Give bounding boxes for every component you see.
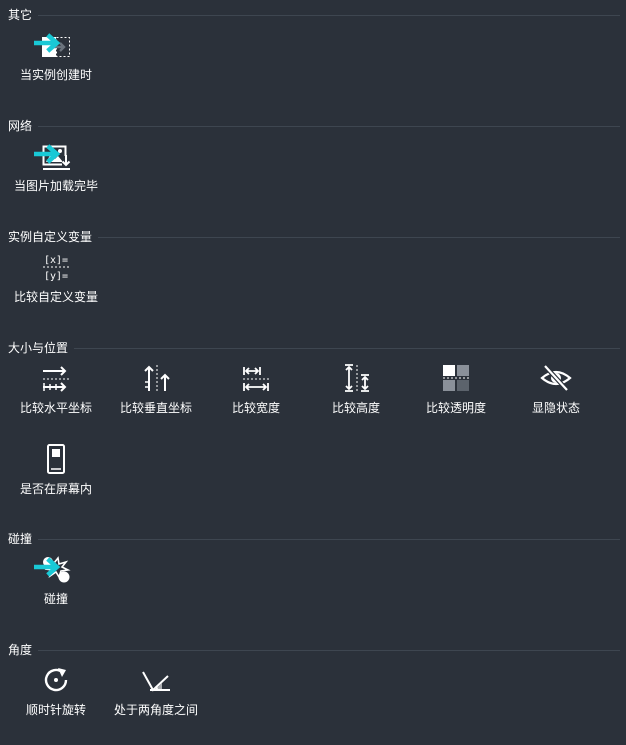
angle-between-icon	[140, 664, 172, 696]
section-title: 网络	[8, 118, 39, 134]
condition-compare-variable[interactable]: [x]= [y]= 比较自定义变量	[6, 251, 106, 323]
condition-compare-x[interactable]: 比较水平坐标	[6, 362, 106, 434]
section-divider	[8, 237, 620, 238]
section-divider	[8, 650, 620, 651]
svg-text:[y]=: [y]=	[44, 271, 68, 282]
on-screen-icon	[40, 443, 72, 475]
collision-icon	[34, 553, 72, 585]
compare-height-icon	[340, 362, 372, 394]
svg-text:[x]=: [x]=	[44, 255, 68, 266]
trigger-arrow-icon	[34, 557, 61, 577]
item-label: 比较垂直坐标	[119, 401, 192, 415]
item-label: 比较透明度	[425, 401, 486, 415]
section-title: 实例自定义变量	[8, 229, 99, 245]
event-on-instance-created[interactable]: 当实例创建时	[6, 29, 106, 101]
condition-compare-height[interactable]: 比较高度	[306, 362, 406, 434]
condition-on-screen[interactable]: 是否在屏幕内	[6, 443, 106, 515]
section-size-position: 大小与位置 比较水平坐标 比较垂直坐标 比较宽度 比较高度 比较透明度 显隐状态…	[0, 340, 626, 496]
item-label: 比较高度	[331, 401, 380, 415]
compare-y-icon	[140, 362, 172, 394]
section-network: 网络 当图片加载完毕	[0, 118, 626, 193]
section-divider	[8, 539, 620, 540]
event-on-image-loaded[interactable]: 当图片加载完毕	[6, 140, 106, 212]
section-divider	[8, 348, 620, 349]
section-angle: 角度 顺时针旋转 处于两角度之间	[0, 642, 626, 717]
item-label: 比较自定义变量	[13, 290, 98, 304]
section-collision: 碰撞 碰撞	[0, 531, 626, 606]
condition-angle-between[interactable]: 处于两角度之间	[106, 664, 206, 736]
section-other: 其它 当实例创建时	[0, 7, 626, 82]
item-label: 当图片加载完毕	[13, 179, 98, 193]
compare-variable-icon: [x]= [y]=	[40, 251, 72, 283]
trigger-arrow-icon	[34, 33, 61, 53]
item-label: 比较水平坐标	[19, 401, 92, 415]
instance-created-icon	[34, 29, 72, 61]
item-label: 是否在屏幕内	[19, 482, 92, 496]
item-label: 顺时针旋转	[25, 703, 86, 717]
condition-rotate-clockwise[interactable]: 顺时针旋转	[6, 664, 106, 736]
section-title: 碰撞	[8, 531, 39, 547]
section-title: 其它	[8, 7, 39, 23]
compare-x-icon	[40, 362, 72, 394]
item-label: 当实例创建时	[19, 68, 92, 82]
image-loaded-icon	[34, 140, 72, 172]
event-on-collision[interactable]: 碰撞	[6, 553, 106, 625]
section-title: 角度	[8, 642, 39, 658]
condition-compare-y[interactable]: 比较垂直坐标	[106, 362, 206, 434]
section-divider	[8, 126, 620, 127]
item-label: 处于两角度之间	[113, 703, 198, 717]
compare-width-icon	[240, 362, 272, 394]
visibility-icon	[540, 362, 572, 394]
condition-compare-width[interactable]: 比较宽度	[206, 362, 306, 434]
trigger-arrow-icon	[34, 144, 61, 164]
section-title: 大小与位置	[8, 340, 75, 356]
section-divider	[8, 15, 620, 16]
item-label: 碰撞	[43, 592, 68, 606]
rotate-clockwise-icon	[40, 664, 72, 696]
condition-compare-opacity[interactable]: 比较透明度	[406, 362, 506, 434]
item-label: 显隐状态	[531, 401, 580, 415]
condition-visibility[interactable]: 显隐状态	[506, 362, 606, 434]
section-instance-variables: 实例自定义变量 [x]= [y]= 比较自定义变量	[0, 229, 626, 304]
item-label: 比较宽度	[231, 401, 280, 415]
compare-opacity-icon	[440, 362, 472, 394]
